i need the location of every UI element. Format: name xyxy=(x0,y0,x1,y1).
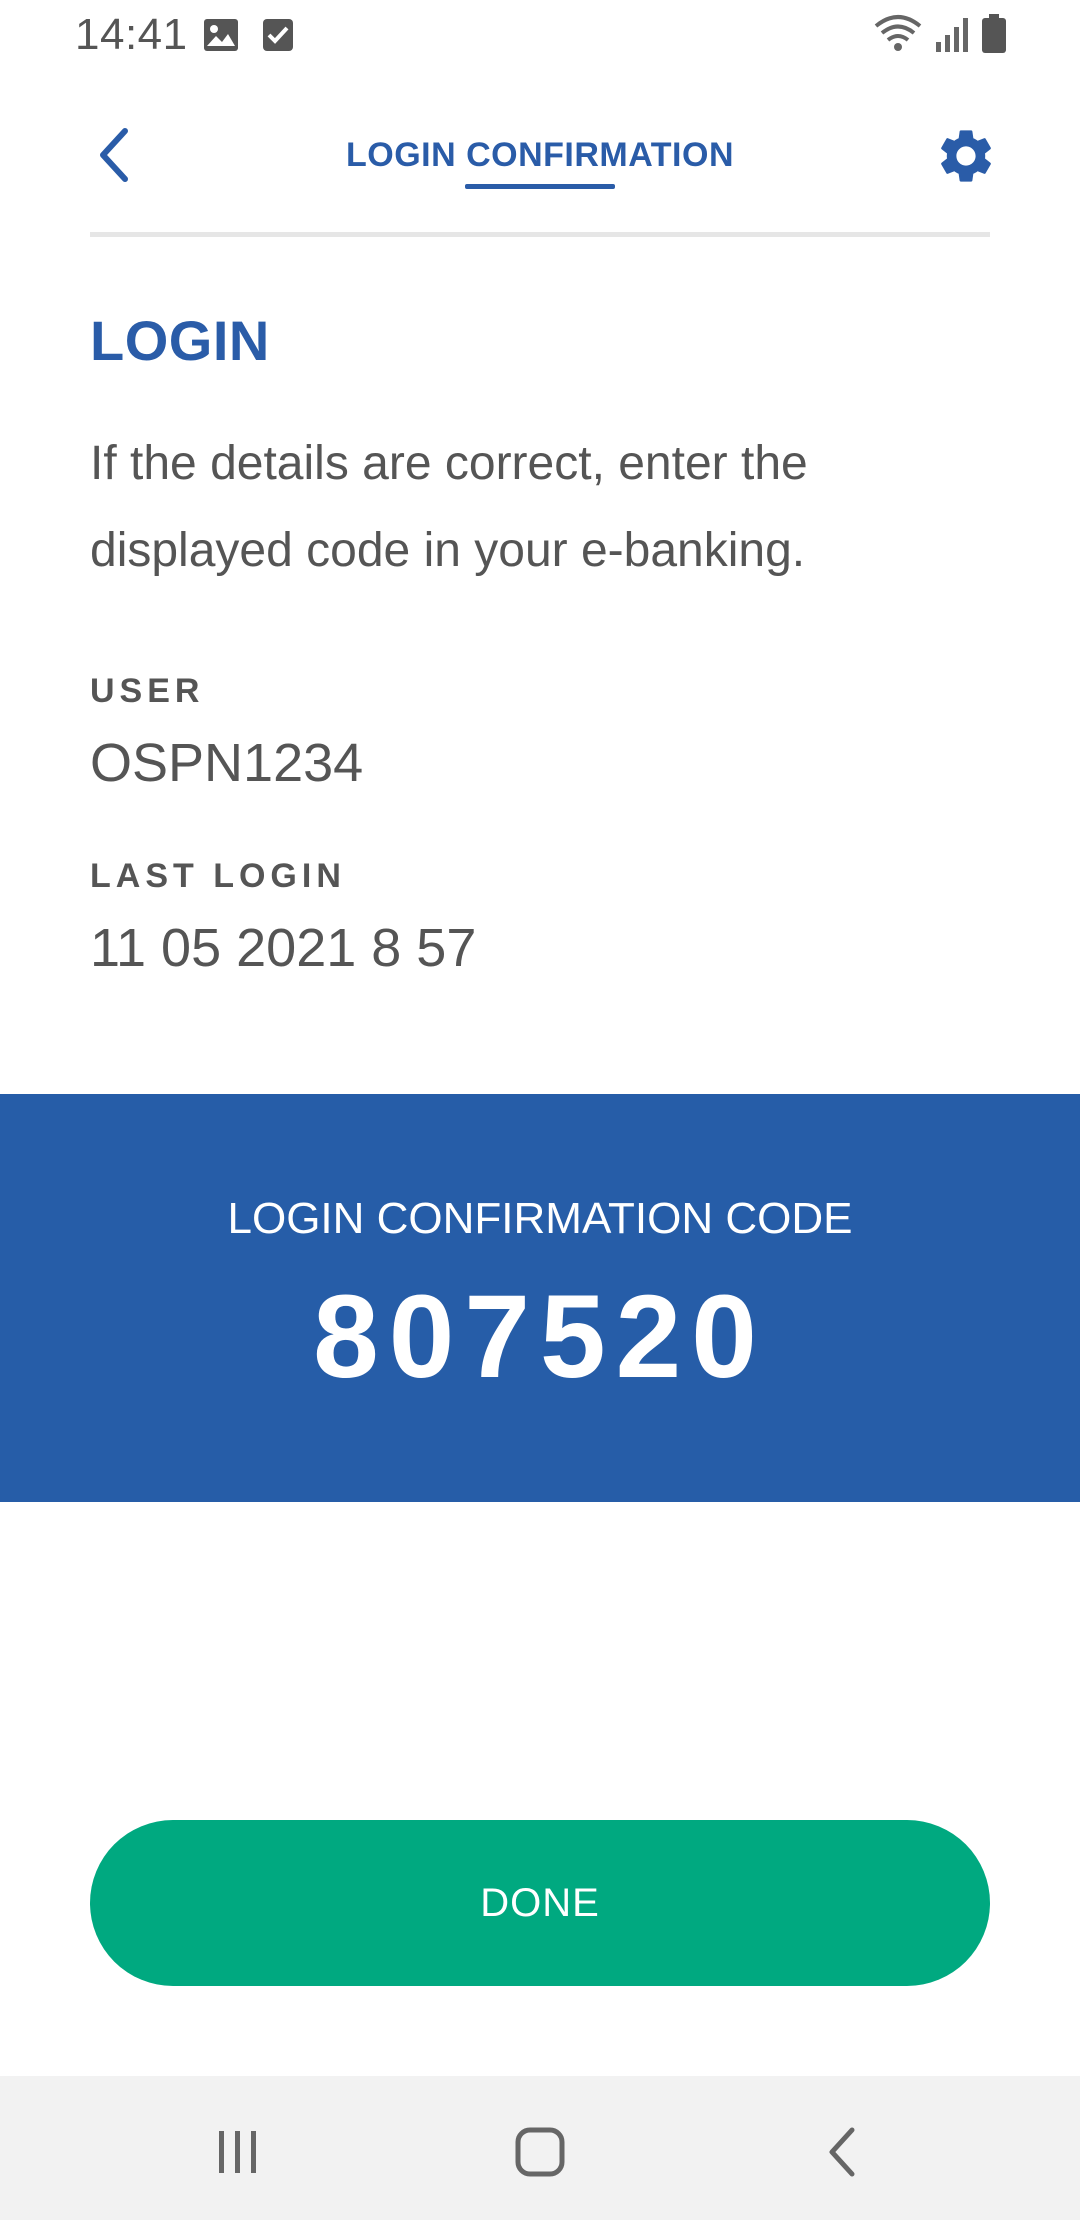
last-login-label: LAST LOGIN xyxy=(90,857,346,895)
settings-button[interactable] xyxy=(930,120,1002,192)
checkbox-icon xyxy=(262,18,294,57)
app-header: LOGIN CONFIRMATION xyxy=(0,100,1080,240)
image-icon xyxy=(203,18,239,57)
user-value: OSPN1234 xyxy=(90,733,364,793)
confirmation-code-banner: LOGIN CONFIRMATION CODE 807520 xyxy=(0,1094,1080,1502)
battery-icon xyxy=(980,14,1008,59)
done-button-label: DONE xyxy=(480,1880,600,1925)
description-text: If the details are correct, enter the di… xyxy=(90,437,808,577)
back-icon xyxy=(829,2127,855,2177)
recents-icon xyxy=(219,2131,256,2173)
code-label: LOGIN CONFIRMATION CODE xyxy=(227,1194,853,1243)
done-button[interactable]: DONE xyxy=(90,1820,990,1986)
gear-icon xyxy=(941,130,991,182)
status-bar: 14:41 xyxy=(0,0,1080,72)
page-title: LOGIN CONFIRMATION xyxy=(346,136,734,174)
title-underline xyxy=(465,184,615,189)
home-button[interactable] xyxy=(500,2112,580,2192)
wifi-icon xyxy=(874,14,922,59)
section-title: LOGIN xyxy=(90,309,270,372)
system-back-button[interactable] xyxy=(802,2112,882,2192)
last-login-value: 11 05 2021 8 57 xyxy=(90,918,477,978)
confirmation-code: 807520 xyxy=(313,1271,767,1403)
home-icon xyxy=(515,2127,565,2177)
header-divider xyxy=(90,232,990,237)
recents-button[interactable] xyxy=(198,2112,278,2192)
system-nav-bar xyxy=(0,2076,1080,2220)
status-time: 14:41 xyxy=(75,10,188,59)
login-confirmation-screen: 14:41 LOGIN CONFIRMATION LOGIN If the de… xyxy=(0,0,1080,2220)
signal-icon xyxy=(934,16,972,59)
user-label: USER xyxy=(90,672,205,710)
